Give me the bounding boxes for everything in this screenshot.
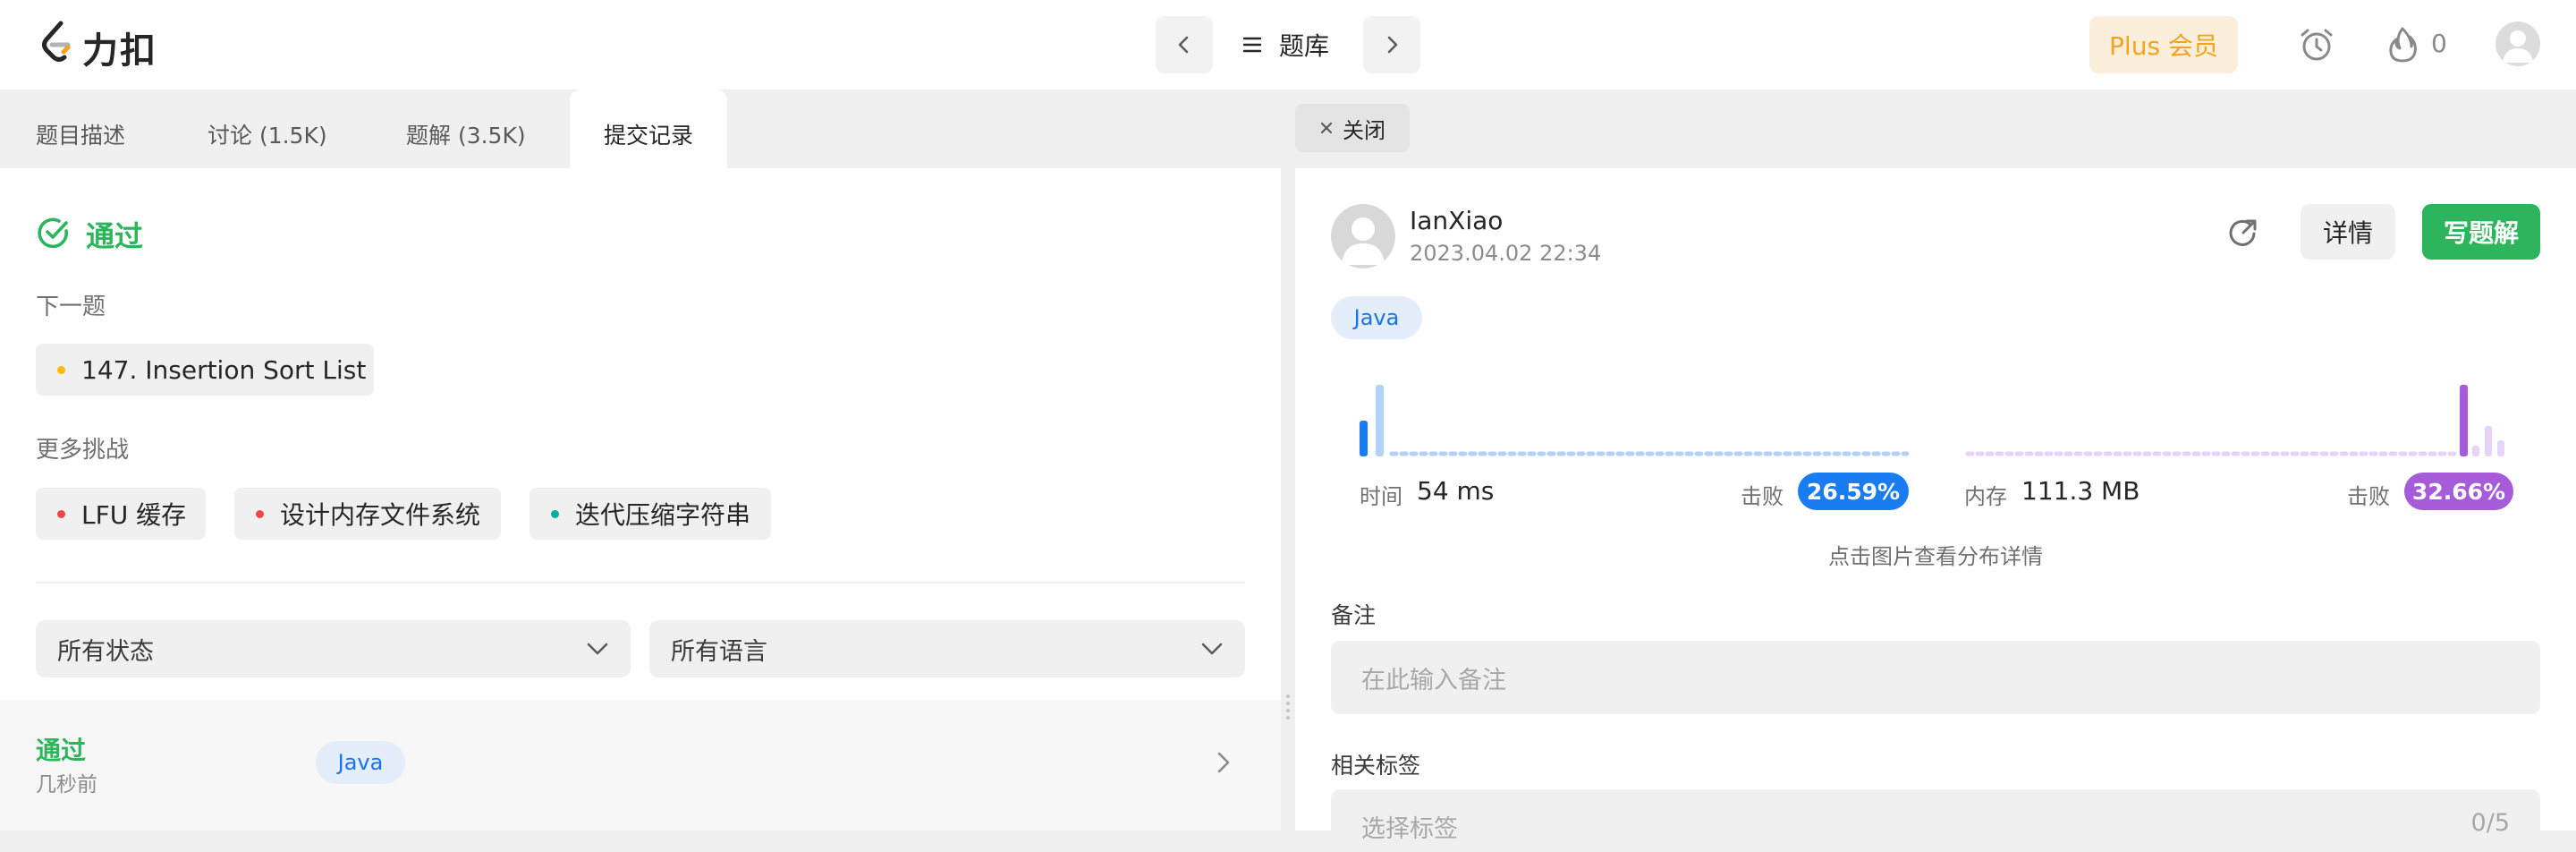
avatar-placeholder-icon [1342, 217, 1385, 265]
difficulty-dot [256, 509, 264, 518]
chevron-right-icon [1387, 36, 1398, 54]
alarm-clock-icon[interactable] [2295, 23, 2338, 66]
runtime-user-bar [1360, 421, 1368, 456]
tab-solutions[interactable]: 题解 (3.5K) [406, 89, 526, 168]
plus-membership-button[interactable]: Plus 会员 [2089, 16, 2238, 73]
tags-label: 相关标签 [1331, 753, 1421, 779]
memory-distribution-chart[interactable] [1964, 376, 2510, 458]
challenge-title: 设计内存文件系统 [280, 500, 481, 530]
difficulty-dot [551, 509, 559, 518]
close-tab-label: 关闭 [1343, 117, 1385, 143]
challenge-title: 迭代压缩字符串 [575, 500, 751, 530]
submission-datetime: 2023.04.02 22:34 [1410, 241, 1602, 266]
memory-beats-badge: 32.66% [2404, 473, 2513, 510]
next-problem-chip[interactable]: 147. Insertion Sort List [36, 344, 374, 396]
status-filter-value: 所有状态 [57, 637, 154, 666]
status-filter-select[interactable]: 所有状态 [36, 620, 631, 677]
tags-placeholder: 选择标签 [1361, 815, 1458, 843]
list-icon [1242, 37, 1262, 53]
chevron-left-icon [1178, 36, 1189, 54]
chevron-right-icon [1217, 752, 1230, 773]
next-problem-title: 147. Insertion Sort List [81, 354, 367, 385]
submission-time: 几秒前 [36, 773, 97, 797]
fire-streak-icon[interactable] [2381, 23, 2424, 66]
problem-bank-label: 题库 [1279, 31, 1330, 61]
challenge-title: LFU 缓存 [81, 500, 187, 530]
memory-bar [2497, 440, 2504, 456]
runtime-label: 时间 [1360, 484, 1402, 509]
language-badge: Java [1331, 296, 1422, 339]
challenge-chip-lfu[interactable]: LFU 缓存 [36, 488, 206, 540]
details-button[interactable]: 详情 [2301, 204, 2395, 260]
result-title: 通过 [86, 219, 144, 253]
runtime-beats-label: 击败 [1741, 484, 1784, 509]
tab-description[interactable]: 题目描述 [36, 89, 125, 168]
runtime-peak-bar [1376, 385, 1384, 456]
leetcode-logo-icon[interactable] [39, 20, 75, 70]
right-tab-bar [1295, 89, 2576, 168]
tags-count: 0/5 [2470, 809, 2510, 837]
tags-select[interactable]: 选择标签 0/5 [1331, 789, 2540, 852]
share-icon[interactable] [2224, 213, 2263, 252]
distribution-hint: 点击图片查看分布详情 [1828, 544, 2043, 569]
user-avatar[interactable] [2496, 21, 2540, 66]
avatar-placeholder-icon [2503, 30, 2533, 63]
difficulty-dot [57, 509, 65, 518]
tab-submissions[interactable]: 提交记录 [570, 89, 727, 168]
note-placeholder: 在此输入备注 [1361, 666, 1506, 694]
logo-text[interactable]: 力扣 [82, 21, 157, 73]
chevron-down-icon [587, 643, 608, 655]
panel-resize-handle[interactable] [1281, 89, 1295, 831]
close-tab-button[interactable]: 关闭 [1295, 104, 1410, 152]
problem-bank-button[interactable]: 题库 [1241, 27, 1329, 63]
language-filter-select[interactable]: 所有语言 [649, 620, 1245, 677]
write-solution-button[interactable]: 写题解 [2422, 204, 2540, 260]
memory-value: 111.3 MB [2021, 476, 2140, 506]
memory-beats-label: 击败 [2347, 484, 2390, 509]
runtime-distribution-chart[interactable] [1356, 376, 1909, 458]
memory-user-bar [2460, 385, 2468, 456]
prev-problem-button[interactable] [1156, 16, 1213, 73]
submission-row[interactable] [0, 700, 1281, 831]
submission-language-badge: Java [316, 741, 405, 784]
note-input[interactable]: 在此输入备注 [1331, 641, 2540, 714]
streak-count: 0 [2431, 29, 2447, 58]
chevron-down-icon [1201, 643, 1223, 655]
tab-discussion[interactable]: 讨论 (1.5K) [208, 89, 327, 168]
memory-bar [2472, 446, 2479, 456]
section-divider [36, 582, 1245, 584]
close-icon [1320, 122, 1333, 134]
next-problem-button[interactable] [1363, 16, 1420, 73]
submission-status: 通过 [36, 736, 87, 765]
more-challenges-label: 更多挑战 [36, 437, 130, 464]
note-label: 备注 [1331, 602, 1377, 628]
challenge-chip-compressed-string[interactable]: 迭代压缩字符串 [530, 488, 771, 540]
memory-bar [2485, 426, 2492, 456]
challenge-chip-filesystem[interactable]: 设计内存文件系统 [234, 488, 501, 540]
submitter-avatar[interactable] [1331, 204, 1395, 268]
check-circle-icon [38, 217, 68, 249]
runtime-value: 54 ms [1417, 476, 1495, 506]
memory-label: 内存 [1964, 484, 2007, 509]
language-filter-value: 所有语言 [671, 637, 767, 666]
next-problem-label: 下一题 [36, 294, 106, 320]
drag-handle-icon [1286, 694, 1290, 720]
difficulty-dot [57, 365, 65, 374]
submitter-name[interactable]: IanXiao [1410, 206, 1503, 235]
runtime-beats-badge: 26.59% [1798, 473, 1909, 510]
